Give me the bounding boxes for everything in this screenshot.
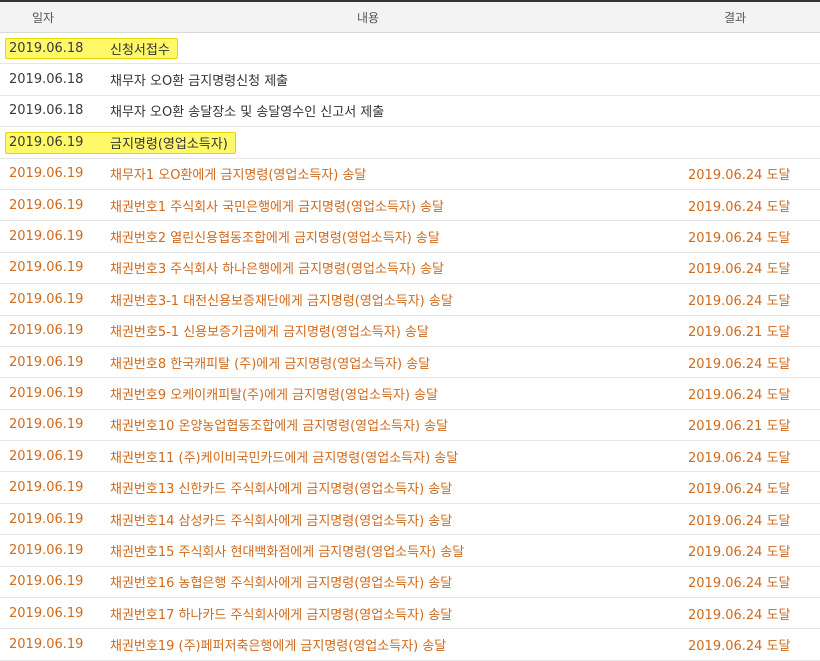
header-result: 결과 (723, 10, 747, 25)
cell-date: 2019.06.18 (9, 40, 84, 56)
table-row: 2019.06.19 금지명령(영업소득자) (0, 127, 820, 159)
cell-date: 2019.06.19 (9, 229, 84, 245)
cell-date: 2019.06.19 (9, 260, 84, 276)
cell-result: 2019.06.21 도달 (688, 325, 791, 341)
table-row: 2019.06.18 채무자 오O환 송달장소 및 송달영수인 신고서 제출 (0, 96, 820, 128)
cell-content: 채권번호2 열린신용협동조합에게 금지명령(영업소득자) 송달 (110, 231, 440, 247)
header-date: 일자 (31, 10, 55, 25)
cell-date: 2019.06.19 (9, 385, 84, 401)
cell-date: 2019.06.18 (9, 72, 84, 88)
history-table: 일자 내용 결과 2019.06.18 신청서접수 2019.06.18 채무자 오O… (0, 0, 820, 661)
table-row: 2019.06.19 채권번호17 하나카드 주식회사에게 금지명령(영업소득자)… (0, 598, 820, 630)
cell-date: 2019.06.19 (9, 574, 84, 590)
header-content: 내용 (356, 10, 380, 25)
cell-content: 채권번호5-1 신용보증기금에게 금지명령(영업소득자) 송달 (110, 325, 429, 341)
cell-result: 2019.06.24 도달 (688, 199, 791, 215)
table-row: 2019.06.19 채권번호19 (주)페퍼저축은행에게 금지명령(영업소득자)… (0, 629, 820, 661)
cell-result: 2019.06.24 도달 (688, 293, 791, 309)
cell-result: 2019.06.24 도달 (688, 513, 791, 529)
cell-date: 2019.06.19 (9, 354, 84, 370)
table-row: 2019.06.19 채권번호14 삼성카드 주식회사에게 금지명령(영업소득자)… (0, 504, 820, 536)
cell-result: 2019.06.24 도달 (688, 607, 791, 623)
cell-content: 채권번호1 주식회사 국민은행에게 금지명령(영업소득자) 송달 (110, 199, 444, 215)
cell-content: 채권번호3-1 대전신용보증재단에게 금지명령(영업소득자) 송달 (110, 293, 453, 309)
cell-content: 채무자 오O환 금지명령신청 제출 (110, 74, 289, 90)
cell-content: 채권번호16 농협은행 주식회사에게 금지명령(영업소득자) 송달 (110, 576, 453, 592)
cell-result: 2019.06.24 도달 (688, 262, 791, 278)
cell-result: 2019.06.24 도달 (688, 387, 791, 403)
cell-result: 2019.06.24 도달 (688, 450, 791, 466)
cell-date: 2019.06.19 (9, 291, 84, 307)
cell-content: 채권번호13 신한카드 주식회사에게 금지명령(영업소득자) 송달 (110, 482, 453, 498)
cell-date: 2019.06.18 (9, 103, 84, 119)
table-row: 2019.06.19 채권번호16 농협은행 주식회사에게 금지명령(영업소득자)… (0, 567, 820, 599)
cell-date: 2019.06.19 (9, 417, 84, 433)
cell-result: 2019.06.24 도달 (688, 576, 791, 592)
cell-date: 2019.06.19 (9, 637, 84, 653)
table-row: 2019.06.19 채권번호15 주식회사 현대백화점에게 금지명령(영업소득자… (0, 535, 820, 567)
cell-result: 2019.06.24 도달 (688, 168, 791, 184)
cell-content: 채권번호9 오케이캐피탈(주)에게 금지명령(영업소득자) 송달 (110, 387, 438, 403)
table-row: 2019.06.19 채권번호13 신한카드 주식회사에게 금지명령(영업소득자)… (0, 472, 820, 504)
table-row: 2019.06.19 채권번호3 주식회사 하나은행에게 금지명령(영업소득자) … (0, 253, 820, 285)
cell-content: 채권번호3 주식회사 하나은행에게 금지명령(영업소득자) 송달 (110, 262, 444, 278)
table-row: 2019.06.18 채무자 오O환 금지명령신청 제출 (0, 64, 820, 96)
cell-date: 2019.06.19 (9, 448, 84, 464)
table-row: 2019.06.19 채권번호9 오케이캐피탈(주)에게 금지명령(영업소득자) … (0, 378, 820, 410)
cell-content: 채권번호11 (주)케이비국민카드에게 금지명령(영업소득자) 송달 (110, 450, 459, 466)
table-body: 2019.06.18 신청서접수 2019.06.18 채무자 오O환 금지명령신청 … (0, 33, 820, 661)
cell-content: 채권번호17 하나카드 주식회사에게 금지명령(영업소득자) 송달 (110, 607, 453, 623)
table-row: 2019.06.19 채권번호8 한국캐피탈 (주)에게 금지명령(영업소득자) … (0, 347, 820, 379)
cell-date: 2019.06.19 (9, 323, 84, 339)
cell-result: 2019.06.24 도달 (688, 639, 791, 655)
cell-result: 2019.06.24 도달 (688, 482, 791, 498)
table-row: 2019.06.19 채권번호10 온양농업협동조합에게 금지명령(영업소득자) … (0, 410, 820, 442)
cell-date: 2019.06.19 (9, 197, 84, 213)
cell-result: 2019.06.21 도달 (688, 419, 791, 435)
table-row: 2019.06.18 신청서접수 (0, 33, 820, 65)
table-row: 2019.06.19 채무자1 오O환에게 금지명령(영업소득자) 송달 2019.… (0, 159, 820, 190)
table-row: 2019.06.19 채권번호1 주식회사 국민은행에게 금지명령(영업소득자) … (0, 190, 820, 222)
cell-date: 2019.06.19 (9, 511, 84, 527)
cell-content: 채권번호14 삼성카드 주식회사에게 금지명령(영업소득자) 송달 (110, 513, 453, 529)
cell-content: 채무자1 오O환에게 금지명령(영업소득자) 송달 (110, 168, 367, 184)
cell-date: 2019.06.19 (9, 480, 84, 496)
cell-date: 2019.06.19 (9, 166, 84, 182)
table-row: 2019.06.19 채권번호11 (주)케이비국민카드에게 금지명령(영업소득자… (0, 441, 820, 473)
cell-result: 2019.06.24 도달 (688, 231, 791, 247)
cell-date: 2019.06.19 (9, 134, 84, 150)
table-row: 2019.06.19 채권번호5-1 신용보증기금에게 금지명령(영업소득자) 송… (0, 316, 820, 347)
cell-content: 채권번호15 주식회사 현대백화점에게 금지명령(영업소득자) 송달 (110, 544, 465, 560)
cell-content: 채권번호19 (주)페퍼저축은행에게 금지명령(영업소득자) 송달 (110, 639, 447, 655)
table-row: 2019.06.19 채권번호2 열린신용협동조합에게 금지명령(영업소득자) 송… (0, 221, 820, 253)
table-header: 일자 내용 결과 (0, 2, 820, 33)
cell-date: 2019.06.19 (9, 542, 84, 558)
cell-content: 채권번호10 온양농업협동조합에게 금지명령(영업소득자) 송달 (110, 419, 449, 435)
cell-content: 채무자 오O환 송달장소 및 송달영수인 신고서 제출 (110, 105, 385, 121)
cell-date: 2019.06.19 (9, 605, 84, 621)
cell-content: 채권번호8 한국캐피탈 (주)에게 금지명령(영업소득자) 송달 (110, 356, 431, 372)
cell-result: 2019.06.24 도달 (688, 544, 791, 560)
cell-result: 2019.06.24 도달 (688, 356, 791, 372)
table-row: 2019.06.19 채권번호3-1 대전신용보증재단에게 금지명령(영업소득자)… (0, 284, 820, 316)
cell-content: 금지명령(영업소득자) (110, 136, 228, 152)
cell-content: 신청서접수 (110, 42, 170, 58)
